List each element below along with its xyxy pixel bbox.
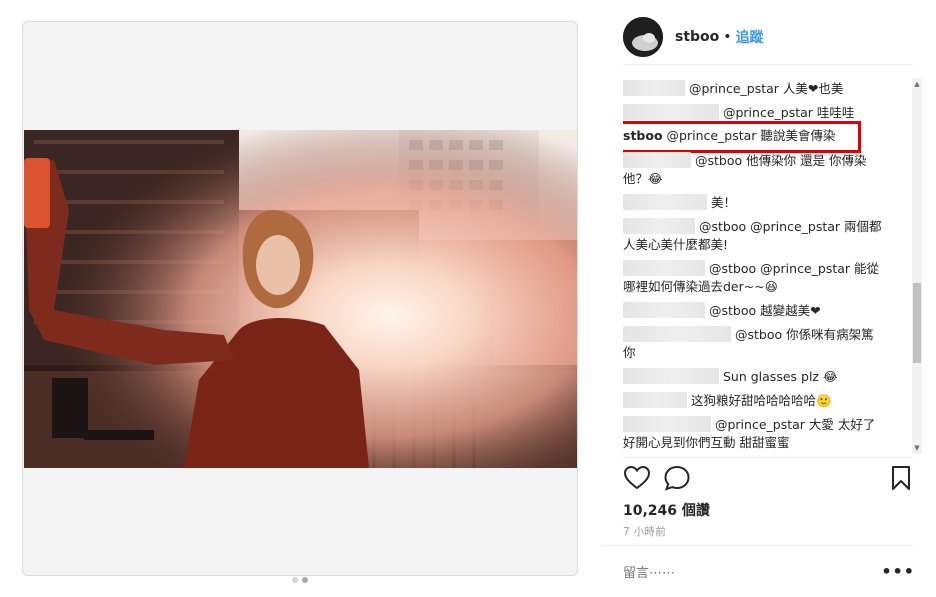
avatar-image — [623, 17, 663, 57]
comment-text: Sun glasses plz 😂 — [722, 369, 838, 384]
comment-continued: 他？😂 — [623, 171, 663, 186]
scroll-up-icon[interactable]: ▲ — [913, 80, 921, 88]
comment-input[interactable] — [623, 566, 863, 581]
add-comment-box: ••• — [623, 562, 915, 584]
comment-text: @prince_pstar 人美❤也美 — [688, 81, 844, 96]
avatar[interactable] — [623, 17, 663, 57]
comments-list: @prince_pstar 人美❤也美 @prince_pstar 哇哇哇 st… — [623, 76, 915, 456]
comment-text: @prince_pstar 大愛 太好了 — [714, 417, 876, 432]
comment: @prince_pstar 大愛 太好了 — [623, 416, 885, 434]
blurred-username — [623, 104, 719, 120]
blurred-username — [623, 368, 719, 384]
carousel-dot-active[interactable] — [302, 577, 308, 583]
highlight-box — [623, 121, 861, 153]
comment-icon[interactable] — [663, 464, 691, 492]
username[interactable]: stboo — [675, 29, 719, 45]
post-photo[interactable] — [24, 130, 577, 468]
blurred-username — [623, 218, 695, 234]
comment: Sun glasses plz 😂 — [623, 368, 885, 386]
header-divider — [623, 64, 913, 65]
comment: @stboo @prince_pstar 兩個都 — [623, 218, 885, 236]
scroll-down-icon[interactable]: ▼ — [913, 444, 921, 452]
comment-continued: 好開心見到你們互動 甜甜蜜蜜 — [623, 435, 790, 450]
comment-text: @stboo @prince_pstar 能從 — [708, 261, 880, 276]
bookmark-icon[interactable] — [887, 464, 915, 492]
blurred-username — [623, 194, 707, 210]
comment: @prince_pstar 人美❤也美 — [623, 80, 885, 98]
blurred-username — [623, 416, 711, 432]
post-header: stboo • 追蹤 — [623, 16, 764, 58]
comment: @stboo @prince_pstar 能從 — [623, 260, 885, 278]
comment-text: @stboo 越變越美❤ — [708, 303, 821, 318]
comment-text: @prince_pstar 哇哇哇 — [722, 105, 855, 120]
comment-continued: 你 — [623, 345, 636, 360]
footer-divider — [601, 545, 913, 546]
comment: @stboo 他傳染你 還是 你傳染 — [623, 152, 885, 170]
action-bar — [623, 464, 915, 494]
photo-card — [22, 21, 578, 583]
comments-divider — [623, 457, 913, 458]
blurred-username — [623, 392, 687, 408]
like-count[interactable]: 10,246 個讚 — [623, 500, 710, 520]
blurred-username — [623, 260, 705, 276]
scrollbar-thumb[interactable] — [913, 283, 921, 363]
carousel-dots — [23, 577, 577, 583]
comment-continued: 人美心美什麼都美! — [623, 237, 729, 252]
comment-text: 这狗粮好甜哈哈哈哈哈🙂 — [690, 393, 832, 408]
comment-text: @stboo @prince_pstar 兩個都 — [698, 219, 882, 234]
comment: @prince_pstar 哇哇哇 — [623, 104, 885, 122]
comment-text: @stboo 他傳染你 還是 你傳染 — [694, 153, 867, 168]
comment: @stboo 你係咪有病架篤 — [623, 326, 885, 344]
comment-text: @stboo 你係咪有病架篤 — [734, 327, 874, 342]
separator-bullet: • — [723, 29, 732, 45]
comment: @stboo 越變越美❤ — [623, 302, 885, 320]
heart-icon[interactable] — [623, 464, 651, 492]
blurred-username — [623, 302, 705, 318]
comment-text: 美！ — [710, 195, 736, 210]
blurred-username — [623, 80, 685, 96]
more-options-button[interactable]: ••• — [881, 562, 915, 581]
comments-scrollbar[interactable]: ▲ ▼ — [912, 78, 922, 454]
carousel-dot[interactable] — [292, 577, 298, 583]
blurred-username — [623, 152, 691, 168]
comment: 美！ — [623, 194, 885, 212]
post-timestamp[interactable]: 7 小時前 — [623, 524, 666, 539]
media-pane — [0, 0, 601, 597]
comment-continued: 哪裡如何傳染過去der~~😆 — [623, 279, 778, 294]
follow-button[interactable]: 追蹤 — [736, 27, 764, 47]
photo-image — [24, 130, 577, 468]
comment: 这狗粮好甜哈哈哈哈哈🙂 — [623, 392, 885, 410]
blurred-username — [623, 326, 731, 342]
